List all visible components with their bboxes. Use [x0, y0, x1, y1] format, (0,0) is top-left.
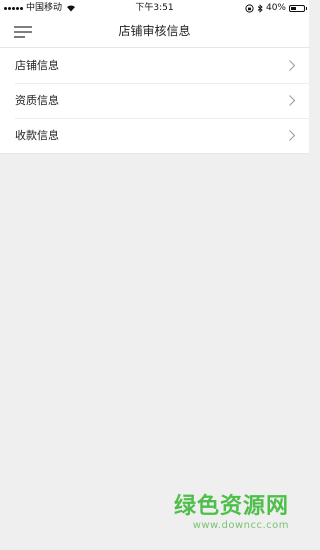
hamburger-menu-icon[interactable]: [12, 23, 34, 41]
list-item-qualification-info[interactable]: 资质信息: [0, 83, 309, 118]
list-item-label: 店铺信息: [15, 59, 59, 72]
list-item-label: 资质信息: [15, 94, 59, 107]
list-item-payment-info[interactable]: 收款信息: [0, 118, 309, 153]
divider: [15, 118, 309, 119]
nav-bar: 店铺审核信息: [0, 16, 309, 48]
page-title: 店铺审核信息: [118, 24, 191, 38]
rotation-lock-icon: [245, 3, 254, 13]
battery-percent: 40%: [265, 3, 286, 13]
status-bar: 中国移动 下午3:51 40%: [0, 0, 309, 16]
info-list: 店铺信息 资质信息 收款信息: [0, 48, 309, 154]
watermark: 绿色资源网 www.downcc.com: [174, 494, 289, 532]
bluetooth-icon: [257, 3, 263, 13]
chevron-right-icon: [289, 130, 295, 141]
watermark-url: www.downcc.com: [192, 520, 289, 531]
watermark-title: 绿色资源网: [173, 494, 289, 519]
battery-icon: [289, 4, 307, 12]
list-item-store-info[interactable]: 店铺信息: [0, 48, 309, 83]
list-item-label: 收款信息: [15, 129, 59, 142]
status-right: 40%: [245, 0, 307, 16]
chevron-right-icon: [289, 95, 295, 106]
chevron-right-icon: [289, 60, 295, 71]
divider: [15, 83, 309, 84]
battery-level: [291, 6, 296, 10]
